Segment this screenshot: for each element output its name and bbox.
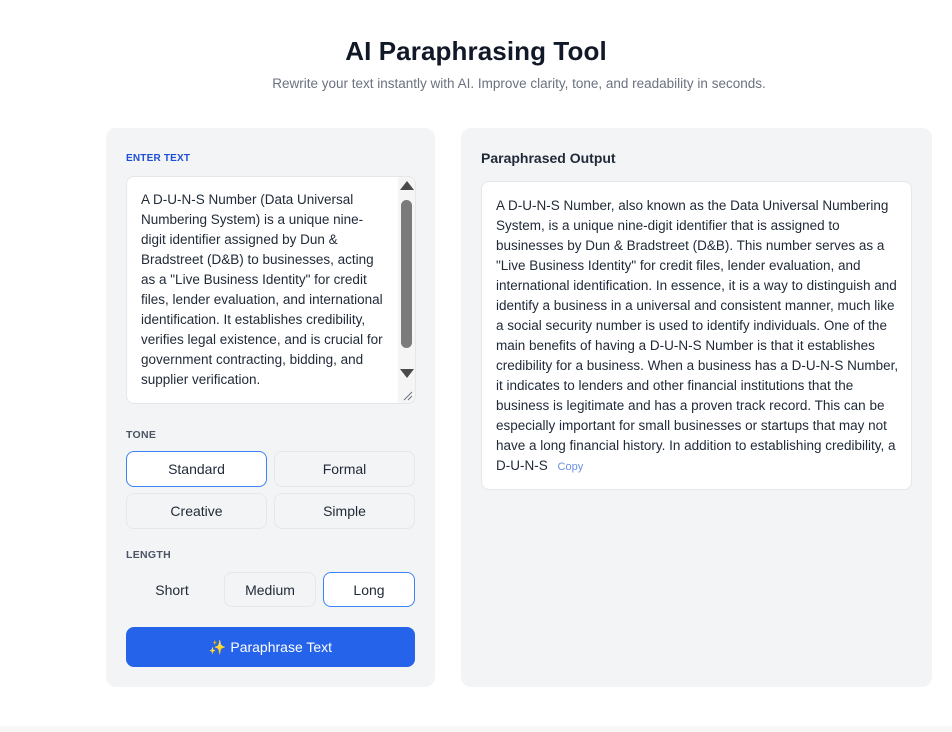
scroll-thumb[interactable] <box>401 200 412 348</box>
input-panel: ENTER TEXT A D-U-N-S Number (Data Univer… <box>106 128 435 687</box>
length-short-button[interactable]: Short <box>126 572 218 607</box>
length-long-button[interactable]: Long <box>323 572 415 607</box>
output-panel: Paraphrased Output A D-U-N-S Number, als… <box>461 128 932 687</box>
page-subtitle: Rewrite your text instantly with AI. Imp… <box>272 76 766 91</box>
sparkles-icon: ✨ <box>208 638 227 655</box>
page-title: AI Paraphrasing Tool <box>345 36 607 66</box>
tone-creative-button[interactable]: Creative <box>126 493 267 529</box>
tone-standard-button[interactable]: Standard <box>126 451 267 487</box>
tone-formal-button[interactable]: Formal <box>274 451 415 487</box>
length-medium-button[interactable]: Medium <box>224 572 316 607</box>
footer-divider <box>0 726 952 732</box>
input-text[interactable]: A D-U-N-S Number (Data Universal Numberi… <box>141 190 387 390</box>
tone-simple-button[interactable]: Simple <box>274 493 415 529</box>
textarea-scrollbar[interactable] <box>398 177 415 403</box>
output-text-block: A D-U-N-S Number, also known as the Data… <box>496 196 901 477</box>
input-textarea[interactable]: A D-U-N-S Number (Data Universal Numberi… <box>126 176 416 404</box>
scroll-down-icon[interactable] <box>400 369 414 378</box>
output-box: A D-U-N-S Number, also known as the Data… <box>481 181 912 490</box>
resize-handle-icon[interactable] <box>398 386 415 403</box>
paraphrase-button[interactable]: ✨ Paraphrase Text <box>126 627 415 667</box>
length-label: LENGTH <box>126 549 171 561</box>
output-title: Paraphrased Output <box>481 150 616 166</box>
paraphrase-button-label: Paraphrase Text <box>230 639 333 655</box>
copy-button[interactable]: Copy <box>558 461 584 473</box>
output-text: A D-U-N-S Number, also known as the Data… <box>496 198 899 473</box>
tone-label: TONE <box>126 429 157 441</box>
enter-text-label: ENTER TEXT <box>126 153 191 164</box>
scroll-up-icon[interactable] <box>400 181 414 190</box>
